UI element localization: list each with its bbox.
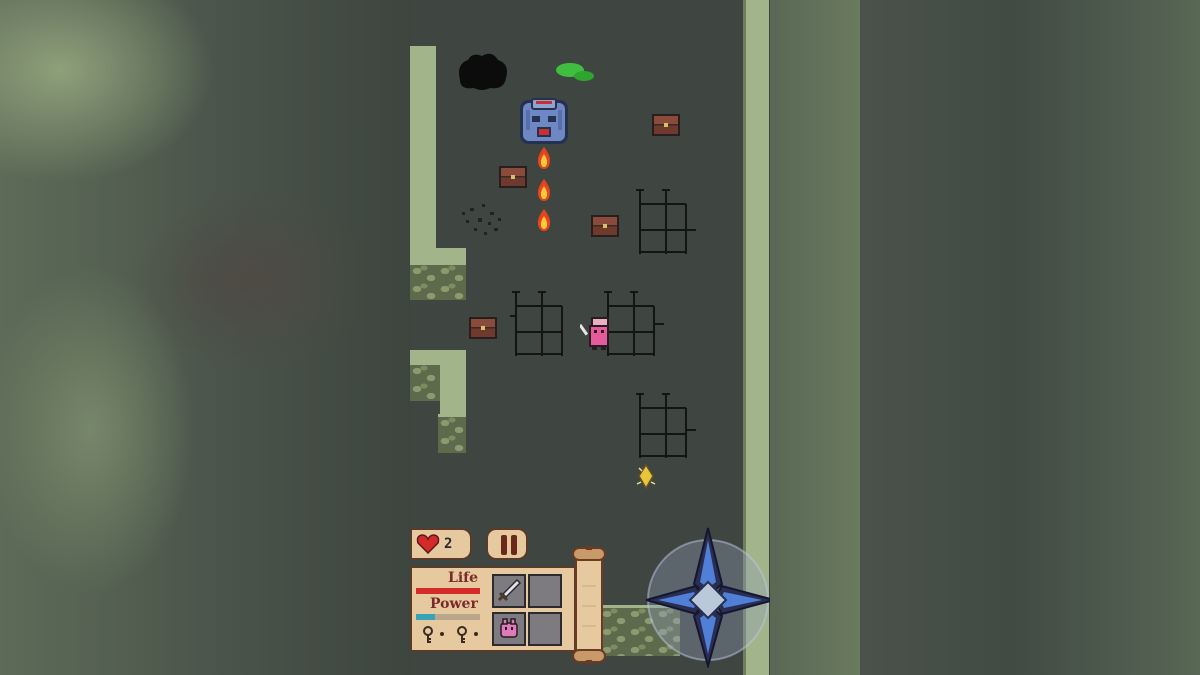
hearts-count: 2 (444, 536, 453, 552)
key-icon (420, 626, 436, 644)
dpad-icon (642, 527, 770, 670)
inventory-slot-creature[interactable] (492, 612, 526, 646)
power-label: Power (430, 596, 478, 612)
treasure-chest[interactable] (591, 215, 619, 237)
blurred-background-left (0, 0, 410, 675)
inventory-slot-empty[interactable] (528, 612, 562, 646)
treasure-chest[interactable] (499, 166, 527, 188)
spike-fence-trap (634, 186, 698, 258)
dark-hole (454, 50, 510, 92)
golem-turret-enemy[interactable] (518, 96, 570, 148)
slime-enemy[interactable] (554, 60, 596, 84)
pause-icon (500, 534, 518, 556)
life-label: Life (448, 570, 479, 586)
stone-block-upper (410, 262, 466, 300)
dot-icon (474, 632, 478, 636)
dot-icon (440, 632, 444, 636)
gold-coin-pickup[interactable] (636, 463, 656, 490)
pause-button[interactable] (486, 528, 528, 560)
fireball-projectile (535, 178, 553, 202)
stone-block-lower-b (438, 414, 466, 453)
wall-left-upper (410, 46, 436, 260)
game-viewport[interactable]: 2 Life Power (410, 0, 770, 675)
rubble-debris (460, 200, 506, 240)
key-icon (454, 626, 470, 644)
fireball-projectile (535, 208, 553, 232)
spike-fence-trap (510, 288, 574, 360)
treasure-chest[interactable] (652, 114, 680, 136)
fireball-projectile (535, 146, 553, 170)
sword-icon (497, 578, 522, 602)
scroll-icon (572, 546, 606, 664)
stone-block-lower-a (410, 362, 440, 401)
wall-left-lower-vert (440, 350, 466, 418)
blurred-background-right (770, 0, 1200, 675)
inventory-slot-empty[interactable] (528, 574, 562, 608)
inventory-slot-sword[interactable] (492, 574, 526, 608)
heart-icon (416, 534, 440, 555)
spike-fence-trap (634, 390, 698, 462)
power-bar (416, 614, 480, 620)
hearts-counter: 2 (410, 528, 472, 560)
scroll-map-button[interactable] (570, 546, 608, 664)
life-bar (416, 588, 480, 594)
power-bar-fill (416, 614, 436, 620)
status-panel: Life Power (410, 566, 576, 652)
player-character[interactable] (578, 312, 614, 352)
pink-creature-icon (500, 618, 518, 638)
treasure-chest[interactable] (469, 317, 497, 339)
dpad-control[interactable] (642, 526, 770, 670)
